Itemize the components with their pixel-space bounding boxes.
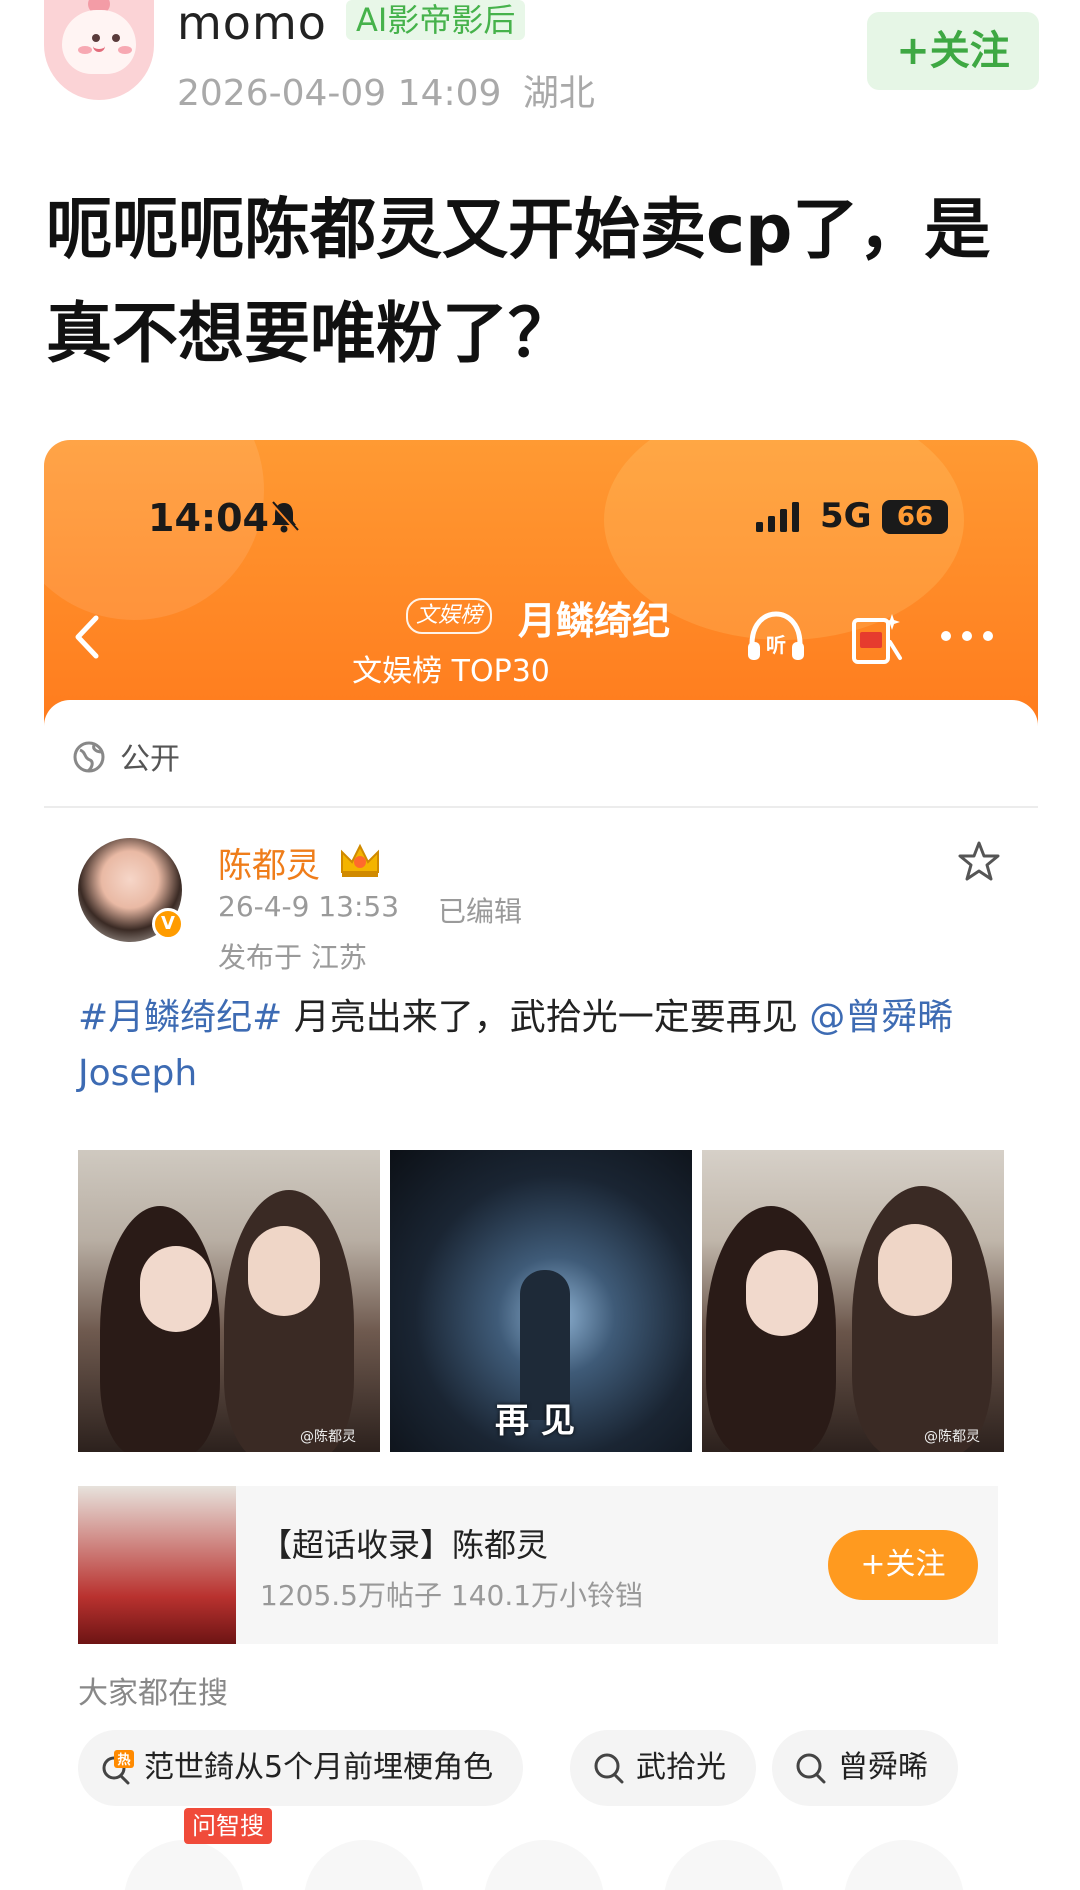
svg-text:热: 热: [117, 1752, 130, 1768]
search-chip-3[interactable]: 曾舜晞: [772, 1730, 958, 1806]
network-label: 5G: [820, 496, 872, 536]
post-text: 月亮出来了，武拾光一定要再见: [282, 997, 810, 1038]
ask-search-tag[interactable]: 问智搜: [184, 1808, 272, 1844]
post-panel: 公开 V 陈都灵 26-4-9 13:53 已编辑 发布于 江苏 #月鳞绮纪# …: [44, 700, 1038, 1890]
super-topic-card[interactable]: 【超话收录】陈都灵 1205.5万帖子 140.1万小铃铛 +关注: [78, 1486, 998, 1644]
post-meta: 2026-04-09 14:09 湖北: [177, 64, 595, 116]
image-caption: 再见: [495, 1401, 587, 1441]
search-icon: [594, 1753, 624, 1784]
author-location: 发布于 江苏: [218, 941, 367, 974]
mute-bell-icon: [270, 501, 299, 533]
verified-badge: V: [152, 908, 184, 940]
super-topic-stats: 1205.5万帖子 140.1万小铃铛: [260, 1579, 644, 1612]
search-chip-1[interactable]: 热 范世錡从5个月前埋梗角色: [78, 1730, 524, 1806]
poster-avatar[interactable]: [44, 0, 154, 100]
search-chip-2[interactable]: 武拾光: [570, 1730, 756, 1806]
hashtag-link[interactable]: #月鳞绮纪#: [78, 997, 282, 1038]
image-watermark: @陈都灵: [300, 1429, 356, 1445]
post-date: 2026-04-09 14:09: [177, 73, 502, 114]
post-location: 湖北: [522, 73, 595, 114]
super-topic-follow-button[interactable]: +关注: [828, 1530, 978, 1600]
channel-tag: 文娱榜: [406, 598, 493, 634]
topic-title: 月鳞绮纪: [518, 599, 671, 643]
red-packet-icon[interactable]: [850, 608, 904, 666]
screenshot-card[interactable]: 14:04 5G 66 文娱榜 月鳞绮纪 文娱榜 TOP30 听 公开 V 陈都…: [44, 440, 1038, 1890]
more-icon[interactable]: [938, 628, 996, 644]
battery-indicator: 66: [882, 500, 948, 534]
divider: [44, 806, 1038, 808]
post-image-3[interactable]: @陈都灵: [702, 1150, 1004, 1452]
bottom-shortcut[interactable]: [304, 1840, 424, 1890]
visibility-status: 公开: [120, 742, 180, 777]
bottom-shortcut[interactable]: [124, 1840, 244, 1890]
bottom-shortcut[interactable]: [844, 1840, 964, 1890]
post-image-2[interactable]: 再见: [390, 1150, 692, 1452]
status-time: 14:04: [148, 496, 269, 540]
image-watermark: @陈都灵: [924, 1429, 980, 1445]
topic-header: 14:04 5G 66 文娱榜 月鳞绮纪 文娱榜 TOP30 听: [44, 440, 1038, 740]
follow-button[interactable]: +关注: [867, 12, 1039, 90]
signal-icon: [756, 502, 799, 532]
author-name[interactable]: 陈都灵: [218, 838, 320, 887]
edited-label: 已编辑: [438, 895, 523, 928]
crown-icon: [341, 843, 379, 877]
hot-search-icon: 热: [102, 1750, 134, 1785]
favorite-star-icon[interactable]: [958, 840, 1000, 882]
trending-search-label: 大家都在搜: [78, 1676, 228, 1711]
poster-name[interactable]: momo: [177, 0, 327, 50]
bottom-shortcut[interactable]: [484, 1840, 604, 1890]
super-topic-title: 【超话收录】陈都灵: [260, 1526, 549, 1564]
post-title: 呃呃呃陈都灵又开始卖cp了，是真不想要唯粉了？: [46, 191, 991, 372]
poster-badge: AI影帝影后: [346, 0, 526, 40]
headphone-listen-icon[interactable]: 听: [744, 608, 808, 664]
svg-text:听: 听: [766, 633, 786, 657]
search-icon: [796, 1753, 826, 1784]
bottom-shortcut[interactable]: [664, 1840, 784, 1890]
post-image-1[interactable]: @陈都灵: [78, 1150, 380, 1452]
author-post-time: 26-4-9 13:53: [218, 890, 400, 923]
post-body: #月鳞绮纪# 月亮出来了，武拾光一定要再见 @曾舜晞 Joseph: [78, 990, 998, 1102]
super-topic-thumbnail: [78, 1486, 236, 1644]
